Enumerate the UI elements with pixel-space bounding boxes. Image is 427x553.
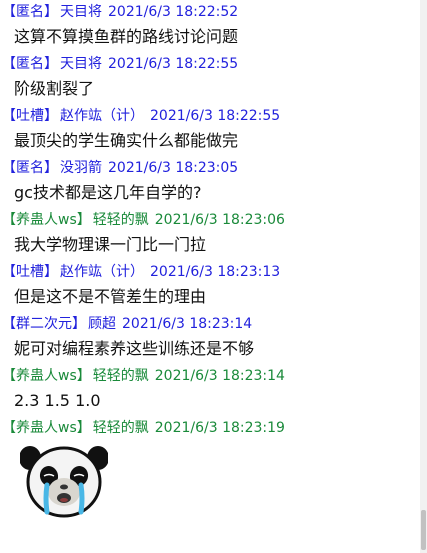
sender-name[interactable]: 天目将 xyxy=(60,56,102,72)
message-header: 【吐槽】 赵作竑（计） 2021/6/3 18:22:55 xyxy=(0,104,420,128)
sender-name[interactable]: 赵作竑（计） xyxy=(60,108,144,124)
sender-name[interactable]: 赵作竑（计） xyxy=(60,264,144,280)
message-header: 【养蛊人ws】 轻轻的飘 2021/6/3 18:23:14 xyxy=(0,364,420,388)
group-tag: 【匿名】 xyxy=(2,56,58,72)
chat-message: 【吐槽】 赵作竑（计） 2021/6/3 18:23:13 但是这不是不管差生的理由 xyxy=(0,260,420,312)
sender-name[interactable]: 轻轻的飘 xyxy=(93,212,149,228)
group-tag: 【吐槽】 xyxy=(2,108,58,124)
chat-message: 【养蛊人ws】 轻轻的飘 2021/6/3 18:23:14 2.3 1.5 1.0 xyxy=(0,364,420,416)
message-header: 【匿名】 天目将 2021/6/3 18:22:55 xyxy=(0,52,420,76)
message-header: 【群二次元】 顾超 2021/6/3 18:23:14 xyxy=(0,312,420,336)
message-timestamp: 2021/6/3 18:22:55 xyxy=(150,108,281,124)
message-header: 【匿名】 没羽箭 2021/6/3 18:23:05 xyxy=(0,156,420,180)
message-text: 妮可对编程素养这些训练还是不够 xyxy=(14,339,255,358)
chat-message: 【匿名】 没羽箭 2021/6/3 18:23:05 gc技术都是这几年自学的? xyxy=(0,156,420,208)
message-header: 【吐槽】 赵作竑（计） 2021/6/3 18:23:13 xyxy=(0,260,420,284)
message-text: gc技术都是这几年自学的? xyxy=(14,183,202,202)
group-tag: 【养蛊人ws】 xyxy=(2,368,91,384)
group-tag: 【养蛊人ws】 xyxy=(2,420,91,436)
group-tag: 【吐槽】 xyxy=(2,264,58,280)
group-tag: 【群二次元】 xyxy=(2,316,86,332)
chat-message: 【吐槽】 赵作竑（计） 2021/6/3 18:22:55 最顶尖的学生确实什么都能… xyxy=(0,104,420,156)
message-text: 但是这不是不管差生的理由 xyxy=(14,287,207,306)
chat-message: 【匿名】 天目将 2021/6/3 18:22:55 阶级割裂了 xyxy=(0,52,420,104)
chat-message: 【养蛊人ws】 轻轻的飘 2021/6/3 18:23:06 我大学物理课一门比一门… xyxy=(0,208,420,260)
crying-panda-sticker[interactable] xyxy=(20,442,108,518)
sender-name[interactable]: 顾超 xyxy=(88,316,116,332)
vertical-scrollbar[interactable] xyxy=(420,0,427,553)
message-text: 这算不算摸鱼群的路线讨论问题 xyxy=(14,27,239,46)
message-header: 【养蛊人ws】 轻轻的飘 2021/6/3 18:23:19 xyxy=(0,416,420,440)
chat-message: 【群二次元】 顾超 2021/6/3 18:23:14 妮可对编程素养这些训练还是不… xyxy=(0,312,420,364)
chat-message: 【匿名】 天目将 2021/6/3 18:22:52 这算不算摸鱼群的路线讨论问题 xyxy=(0,0,420,52)
sender-name[interactable]: 轻轻的飘 xyxy=(93,368,149,384)
message-timestamp: 2021/6/3 18:23:05 xyxy=(108,160,239,176)
message-text: 我大学物理课一门比一门拉 xyxy=(14,235,207,254)
message-text: 2.3 1.5 1.0 xyxy=(14,391,101,410)
message-timestamp: 2021/6/3 18:23:14 xyxy=(154,368,285,384)
message-header: 【养蛊人ws】 轻轻的飘 2021/6/3 18:23:06 xyxy=(0,208,420,232)
message-timestamp: 2021/6/3 18:23:14 xyxy=(122,316,253,332)
sender-name[interactable]: 轻轻的飘 xyxy=(93,420,149,436)
sender-name[interactable]: 天目将 xyxy=(60,4,102,20)
sender-name[interactable]: 没羽箭 xyxy=(60,160,102,176)
group-tag: 【匿名】 xyxy=(2,4,58,20)
message-timestamp: 2021/6/3 18:23:19 xyxy=(154,420,285,436)
message-timestamp: 2021/6/3 18:22:52 xyxy=(108,4,239,20)
message-text: 最顶尖的学生确实什么都能做完 xyxy=(14,131,239,150)
message-text: 阶级割裂了 xyxy=(14,79,95,98)
group-tag: 【养蛊人ws】 xyxy=(2,212,91,228)
message-header: 【匿名】 天目将 2021/6/3 18:22:52 xyxy=(0,0,420,24)
message-timestamp: 2021/6/3 18:23:06 xyxy=(154,212,285,228)
chat-message-list: 【匿名】 天目将 2021/6/3 18:22:52 这算不算摸鱼群的路线讨论问题 … xyxy=(0,0,420,553)
group-tag: 【匿名】 xyxy=(2,160,58,176)
message-timestamp: 2021/6/3 18:22:55 xyxy=(108,56,239,72)
message-image[interactable] xyxy=(0,440,420,528)
chat-message: 【养蛊人ws】 轻轻的飘 2021/6/3 18:23:19 xyxy=(0,416,420,528)
scrollbar-thumb[interactable] xyxy=(421,510,426,550)
message-timestamp: 2021/6/3 18:23:13 xyxy=(150,264,281,280)
